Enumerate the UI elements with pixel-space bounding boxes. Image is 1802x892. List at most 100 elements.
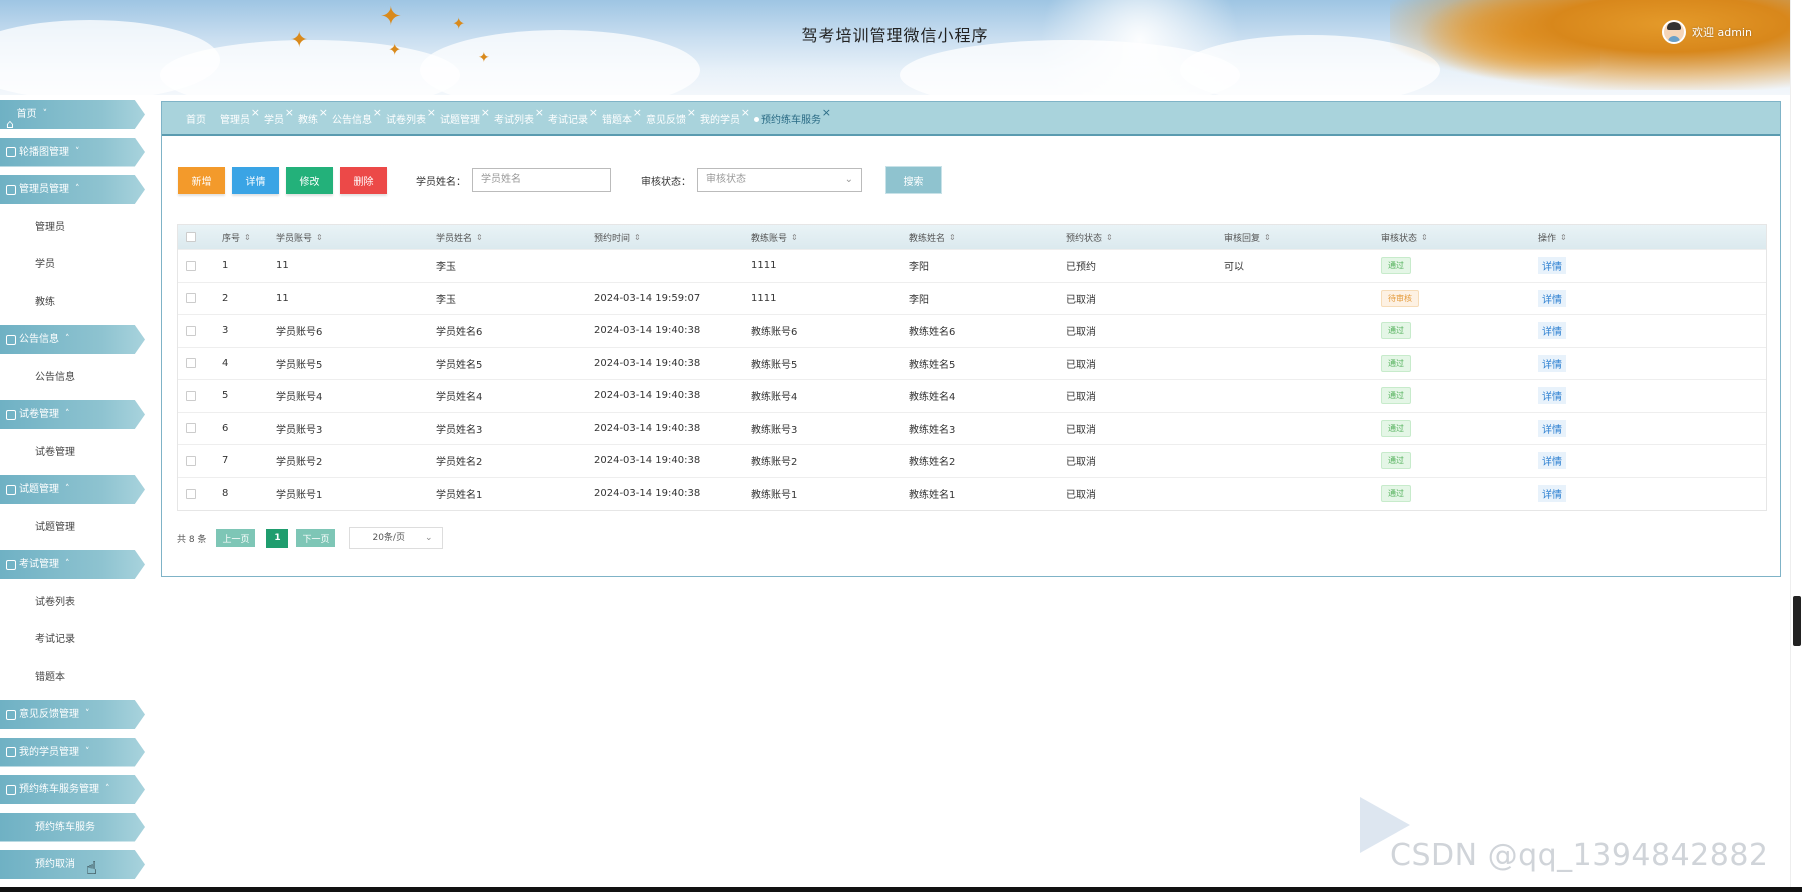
user-info[interactable]: 欢迎 admin <box>1662 20 1752 44</box>
sort-icon[interactable]: ⇕ <box>791 233 798 242</box>
close-icon[interactable]: × <box>589 106 598 119</box>
next-page-button[interactable]: 下一页 <box>296 529 336 547</box>
sidebar-group[interactable]: 意见反馈管理 ˅ <box>0 700 145 729</box>
tab[interactable]: 考试列表 × <box>494 106 544 126</box>
audit-status-select[interactable]: 审核状态 ⌄ <box>697 168 862 192</box>
close-icon[interactable]: × <box>285 106 294 119</box>
sidebar-item[interactable]: 预约取消 <box>0 850 145 879</box>
search-button[interactable]: 搜索 <box>885 166 942 194</box>
tab[interactable]: 意见反馈 × <box>646 106 696 126</box>
sidebar-group[interactable]: 公告信息 ˄ <box>0 325 145 354</box>
column-header[interactable]: 序号 ⇕ <box>222 225 251 249</box>
sort-icon[interactable]: ⇕ <box>1106 233 1113 242</box>
row-checkbox[interactable] <box>186 260 196 271</box>
close-icon[interactable]: × <box>481 106 490 119</box>
column-header[interactable]: 学员账号 ⇕ <box>276 225 323 249</box>
sidebar-group[interactable]: 管理员管理 ˄ <box>0 175 145 204</box>
row-detail-button[interactable]: 详情 <box>1538 452 1566 470</box>
close-icon[interactable]: × <box>373 106 382 119</box>
close-icon[interactable]: × <box>633 106 642 119</box>
column-header[interactable]: 审核回复 ⇕ <box>1224 225 1271 249</box>
scrollbar[interactable] <box>1790 0 1802 892</box>
row-checkbox[interactable] <box>186 488 196 499</box>
sidebar-item[interactable]: 管理员 <box>0 213 145 242</box>
avatar[interactable] <box>1662 20 1686 44</box>
sidebar-item[interactable]: 试题管理 <box>0 513 145 542</box>
row-detail-button[interactable]: 详情 <box>1538 289 1566 307</box>
row-detail-button[interactable]: 详情 <box>1538 419 1566 437</box>
sort-icon[interactable]: ⇕ <box>244 233 251 242</box>
column-header[interactable]: 预约状态 ⇕ <box>1066 225 1113 249</box>
close-icon[interactable]: × <box>687 106 696 119</box>
sidebar-item[interactable]: 预约练车服务 <box>0 812 145 842</box>
sort-icon[interactable]: ⇕ <box>634 233 641 242</box>
sidebar-group[interactable]: 预约练车服务管理 ˄ <box>0 775 145 804</box>
sidebar-group[interactable]: ⌂ 首页 ˅ <box>0 100 145 129</box>
sort-icon[interactable]: ⇕ <box>949 233 956 242</box>
sidebar-group[interactable]: 我的学员管理 ˅ <box>0 737 145 767</box>
tab[interactable]: 错题本 × <box>602 106 642 126</box>
column-header[interactable]: 学员姓名 ⇕ <box>436 225 483 249</box>
close-icon[interactable]: × <box>427 106 436 119</box>
row-checkbox[interactable] <box>186 325 196 336</box>
tab[interactable]: 试卷列表 × <box>386 106 436 126</box>
edit-button[interactable]: 修改 <box>286 166 333 194</box>
cell-time: 2024-03-14 19:40:38 <box>594 357 701 369</box>
row-checkbox[interactable] <box>186 293 196 304</box>
page-size-select[interactable]: 20条/页 ⌄ <box>349 527 444 549</box>
sidebar-group[interactable]: 轮播图管理 ˅ <box>0 137 145 167</box>
row-checkbox[interactable] <box>186 423 196 434</box>
sidebar-group[interactable]: 试卷管理 ˄ <box>0 400 145 429</box>
tab[interactable]: 教练 × <box>298 106 328 126</box>
sidebar-item[interactable]: 考试记录 <box>0 625 145 654</box>
tab[interactable]: 首页 <box>186 111 206 126</box>
row-detail-button[interactable]: 详情 <box>1538 485 1566 503</box>
row-detail-button[interactable]: 详情 <box>1538 257 1566 275</box>
column-header[interactable]: 审核状态 ⇕ <box>1381 225 1428 249</box>
sidebar-group[interactable]: 考试管理 ˄ <box>0 550 145 579</box>
sidebar-item[interactable]: 公告信息 <box>0 363 145 392</box>
student-name-input[interactable]: 学员姓名 <box>472 168 611 192</box>
tab[interactable]: 学员 × <box>264 106 294 126</box>
sidebar-item[interactable]: 试卷管理 <box>0 438 145 467</box>
sort-icon[interactable]: ⇕ <box>1421 233 1428 242</box>
close-icon[interactable]: × <box>741 106 750 119</box>
tab[interactable]: 试题管理 × <box>440 106 490 126</box>
sort-icon[interactable]: ⇕ <box>476 233 483 242</box>
column-header[interactable]: 预约时间 ⇕ <box>594 225 641 249</box>
column-header[interactable]: 教练账号 ⇕ <box>751 225 798 249</box>
row-detail-button[interactable]: 详情 <box>1538 322 1566 340</box>
select-all-checkbox[interactable] <box>186 232 196 242</box>
row-checkbox[interactable] <box>186 390 196 401</box>
row-checkbox[interactable] <box>186 358 196 369</box>
sort-icon[interactable]: ⇕ <box>1560 233 1567 242</box>
tab[interactable]: 我的学员 × <box>700 106 750 126</box>
row-detail-button[interactable]: 详情 <box>1538 354 1566 372</box>
current-page-button[interactable]: 1 <box>266 528 289 548</box>
close-icon[interactable]: × <box>822 106 831 119</box>
tab[interactable]: 管理员 × <box>220 106 260 126</box>
column-header[interactable]: 操作 ⇕ <box>1538 225 1567 249</box>
row-detail-button[interactable]: 详情 <box>1538 387 1566 405</box>
tab[interactable]: 公告信息 × <box>332 106 382 126</box>
row-checkbox[interactable] <box>186 455 196 466</box>
delete-button[interactable]: 删除 <box>340 166 387 194</box>
close-icon[interactable]: × <box>251 106 260 119</box>
tab[interactable]: 考试记录 × <box>548 106 598 126</box>
sort-icon[interactable]: ⇕ <box>316 233 323 242</box>
add-button[interactable]: 新增 <box>178 166 225 194</box>
tab[interactable]: 预约练车服务 × <box>754 106 831 126</box>
sidebar-item[interactable]: 教练 <box>0 288 145 317</box>
sidebar-item[interactable]: 错题本 <box>0 663 145 692</box>
close-icon[interactable]: × <box>535 106 544 119</box>
close-icon[interactable]: × <box>319 106 328 119</box>
scrollbar-thumb[interactable] <box>1793 596 1801 646</box>
sidebar-item[interactable]: 学员 <box>0 250 145 279</box>
sidebar-item[interactable]: 试卷列表 <box>0 588 145 617</box>
sidebar-group[interactable]: 试题管理 ˄ <box>0 475 145 504</box>
column-header[interactable]: 教练姓名 ⇕ <box>909 225 956 249</box>
prev-page-button[interactable]: 上一页 <box>216 529 256 547</box>
detail-button[interactable]: 详情 <box>232 166 279 194</box>
grid-icon <box>6 334 16 345</box>
sort-icon[interactable]: ⇕ <box>1264 233 1271 242</box>
